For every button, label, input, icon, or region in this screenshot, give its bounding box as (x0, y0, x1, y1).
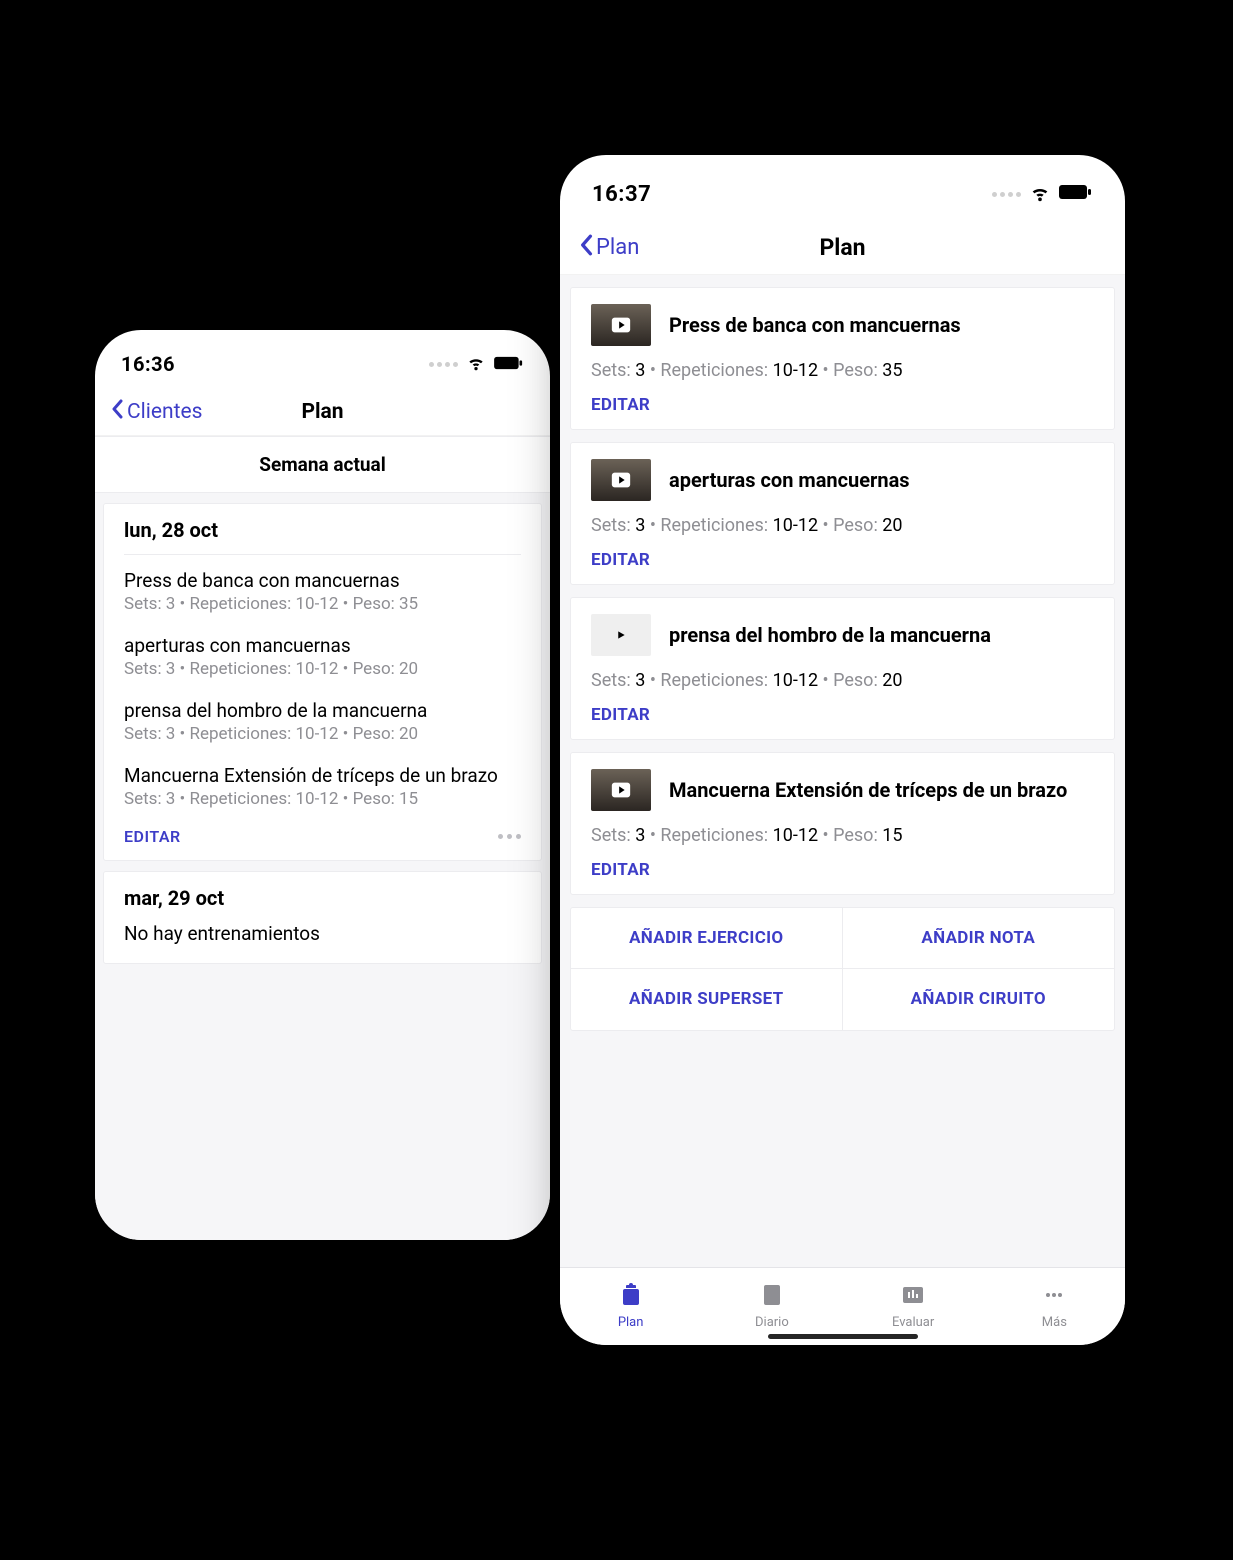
add-superset-button[interactable]: AÑADIR SUPERSET (571, 969, 843, 1030)
edit-button[interactable]: EDITAR (591, 550, 1094, 570)
add-note-button[interactable]: AÑADIR NOTA (843, 908, 1115, 969)
day-card: lun, 28 oct Press de banca con mancuerna… (103, 503, 542, 861)
exercise-detail: Sets: 3 • Repeticiones: 10-12 • Peso: 15 (591, 825, 1094, 846)
edit-button[interactable]: EDITAR (124, 827, 181, 846)
phone-left: 16:36 Clientes Plan Semana actual lun, 2… (95, 330, 550, 1240)
exercise-name: Mancuerna Extensión de tríceps de un bra… (669, 778, 1094, 803)
play-icon[interactable] (591, 304, 651, 346)
day-card: mar, 29 oct No hay entrenamientos (103, 871, 542, 964)
status-right (429, 352, 524, 376)
exercise-name: Press de banca con mancuernas (124, 569, 521, 592)
exercise-header[interactable]: Press de banca con mancuernas (591, 304, 1094, 346)
phone-right: 16:37 Plan Plan Press de banca con mancu (560, 155, 1125, 1345)
home-indicator[interactable] (768, 1334, 918, 1339)
status-time: 16:36 (121, 352, 175, 376)
wifi-icon (466, 352, 486, 376)
page-title: Plan (301, 400, 343, 424)
exercise-name: Mancuerna Extensión de tríceps de un bra… (124, 764, 521, 787)
play-icon[interactable] (591, 769, 651, 811)
exercise-name: aperturas con mancuernas (669, 468, 1094, 493)
edit-button[interactable]: EDITAR (591, 705, 1094, 725)
status-bar: 16:36 (95, 330, 550, 388)
clipboard-icon (619, 1283, 643, 1311)
book-icon (760, 1283, 784, 1311)
exercise-card: Mancuerna Extensión de tríceps de un bra… (570, 752, 1115, 895)
battery-icon (1059, 184, 1093, 204)
more-icon (1042, 1283, 1066, 1311)
exercise-detail: Sets: 3 • Repeticiones: 10-12 • Peso: 15 (124, 789, 521, 809)
action-grid: AÑADIR EJERCICIO AÑADIR NOTA AÑADIR SUPE… (570, 907, 1115, 1031)
chevron-left-icon (578, 234, 594, 262)
day-title: mar, 29 oct (124, 872, 521, 914)
edit-button[interactable]: EDITAR (591, 860, 1094, 880)
tab-more[interactable]: Más (984, 1268, 1125, 1345)
play-icon[interactable] (591, 459, 651, 501)
exercise-header[interactable]: prensa del hombro de la mancuerna (591, 614, 1094, 656)
back-label: Plan (596, 235, 639, 260)
status-right (992, 181, 1093, 207)
exercise-name: Press de banca con mancuernas (669, 313, 1094, 338)
nav-bar: Plan Plan (560, 221, 1125, 275)
signal-dots-icon (992, 192, 1021, 197)
more-icon[interactable] (498, 834, 521, 839)
add-exercise-button[interactable]: AÑADIR EJERCICIO (571, 908, 843, 969)
exercise-row[interactable]: aperturas con mancuernas Sets: 3 • Repet… (124, 620, 521, 685)
tab-bar: Plan Diario Evaluar Más (560, 1267, 1125, 1345)
battery-icon (494, 355, 524, 374)
exercise-row[interactable]: Mancuerna Extensión de tríceps de un bra… (124, 750, 521, 815)
exercise-name: prensa del hombro de la mancuerna (669, 623, 1094, 648)
exercise-detail: Sets: 3 • Repeticiones: 10-12 • Peso: 20 (124, 724, 521, 744)
edit-button[interactable]: EDITAR (591, 395, 1094, 415)
back-label: Clientes (127, 400, 202, 424)
chevron-left-icon (109, 399, 125, 425)
day-footer: EDITAR (124, 815, 521, 846)
exercise-name: aperturas con mancuernas (124, 634, 521, 657)
day-title: lun, 28 oct (124, 504, 521, 555)
add-circuit-button[interactable]: AÑADIR CIRUITO (843, 969, 1115, 1030)
exercise-detail: Sets: 3 • Repeticiones: 10-12 • Peso: 35 (124, 594, 521, 614)
tab-label: Diario (755, 1315, 789, 1330)
body: Semana actual lun, 28 oct Press de banca… (95, 436, 550, 1240)
exercise-card: prensa del hombro de la mancuerna Sets: … (570, 597, 1115, 740)
exercise-detail: Sets: 3 • Repeticiones: 10-12 • Peso: 20 (124, 659, 521, 679)
exercise-card: Press de banca con mancuernas Sets: 3 • … (570, 287, 1115, 430)
wifi-icon (1029, 181, 1051, 207)
signal-dots-icon (429, 362, 458, 367)
exercise-name: prensa del hombro de la mancuerna (124, 699, 521, 722)
status-bar: 16:37 (560, 155, 1125, 221)
exercise-header[interactable]: aperturas con mancuernas (591, 459, 1094, 501)
bar-chart-icon (901, 1283, 925, 1311)
status-time: 16:37 (592, 182, 651, 207)
exercise-detail: Sets: 3 • Repeticiones: 10-12 • Peso: 35 (591, 360, 1094, 381)
no-training-text: No hay entrenamientos (124, 914, 521, 949)
tab-label: Evaluar (892, 1315, 934, 1330)
tab-label: Plan (618, 1315, 644, 1330)
exercise-card: aperturas con mancuernas Sets: 3 • Repet… (570, 442, 1115, 585)
back-button[interactable]: Plan (578, 234, 639, 262)
exercise-detail: Sets: 3 • Repeticiones: 10-12 • Peso: 20 (591, 515, 1094, 536)
body: Press de banca con mancuernas Sets: 3 • … (560, 275, 1125, 1267)
play-icon[interactable] (591, 614, 651, 656)
tab-plan[interactable]: Plan (560, 1268, 701, 1345)
section-header-current-week: Semana actual (95, 436, 550, 493)
tab-label: Más (1042, 1315, 1067, 1330)
nav-bar: Clientes Plan (95, 388, 550, 436)
exercise-row[interactable]: prensa del hombro de la mancuerna Sets: … (124, 685, 521, 750)
exercise-row[interactable]: Press de banca con mancuernas Sets: 3 • … (124, 555, 521, 620)
exercise-header[interactable]: Mancuerna Extensión de tríceps de un bra… (591, 769, 1094, 811)
exercise-detail: Sets: 3 • Repeticiones: 10-12 • Peso: 20 (591, 670, 1094, 691)
back-button[interactable]: Clientes (109, 399, 202, 425)
page-title: Plan (819, 234, 865, 261)
